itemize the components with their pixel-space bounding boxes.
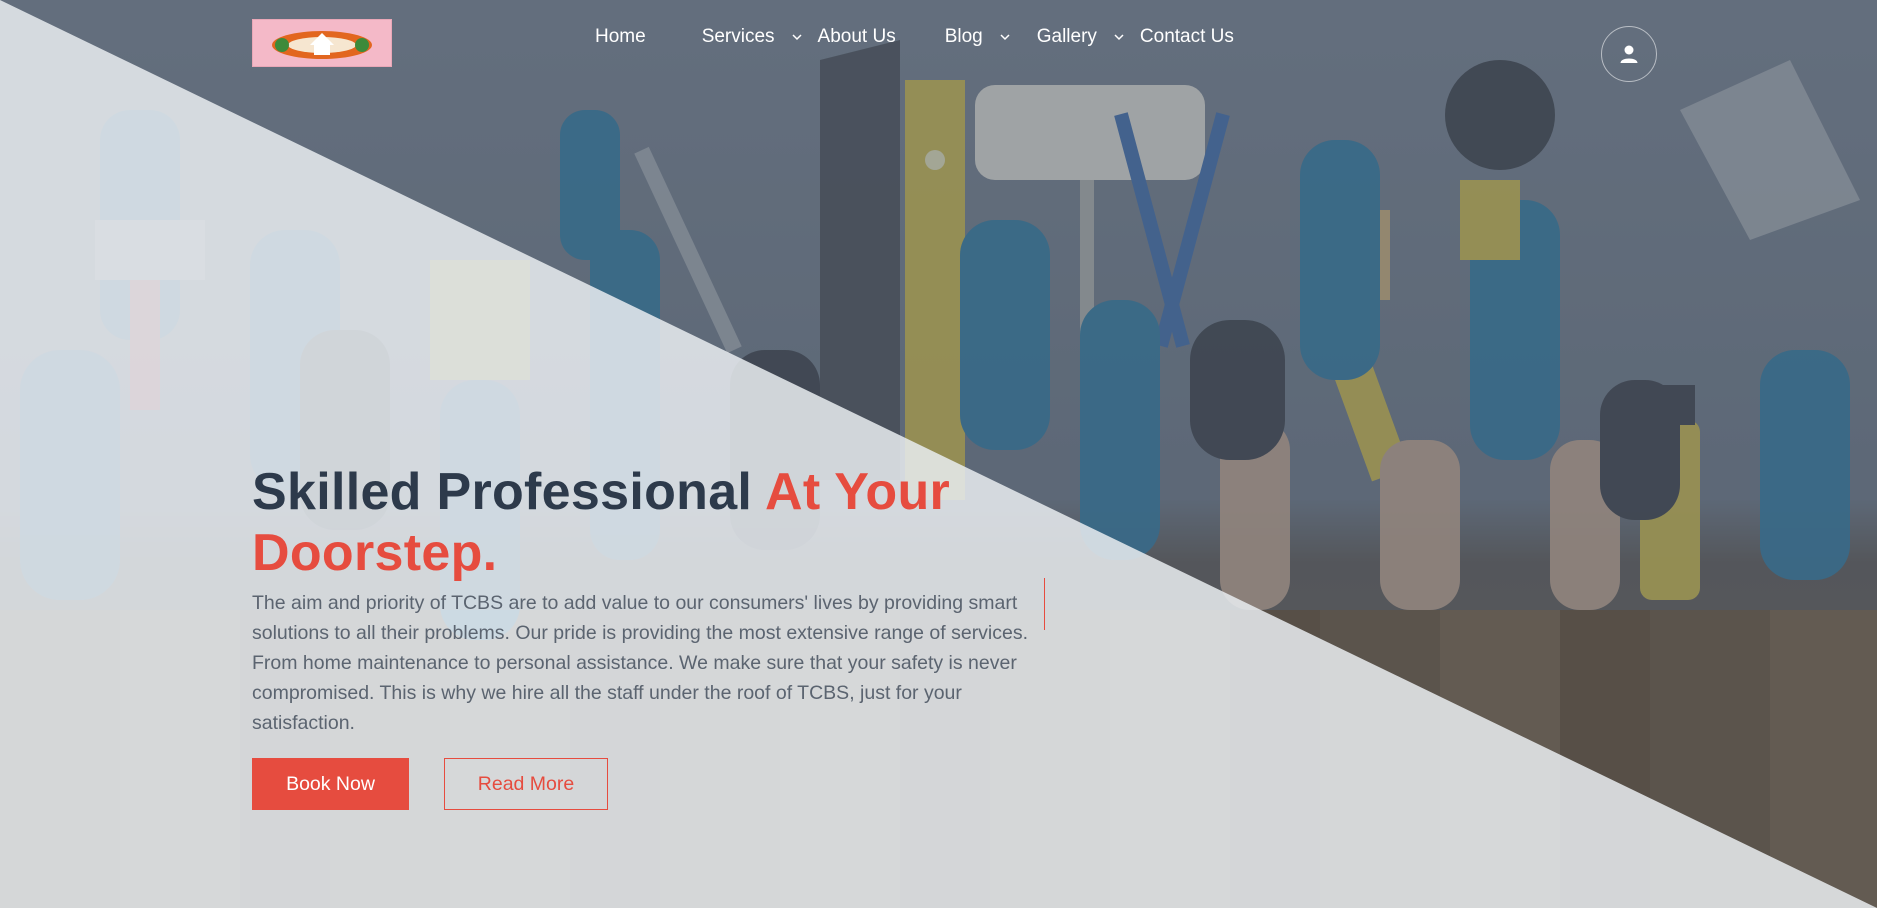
chevron-down-icon (1000, 34, 1010, 41)
logo-icon (272, 31, 372, 59)
user-icon (1620, 45, 1638, 63)
main-nav: Home Services About Us Blog Gallery Cont… (595, 26, 1234, 48)
chevron-down-icon (1114, 34, 1124, 41)
user-account-button[interactable] (1601, 26, 1657, 82)
hero-title: Skilled Professional At Your Doorstep. (252, 462, 1032, 584)
nav-blog[interactable]: Blog (945, 26, 1012, 48)
site-header: Home Services About Us Blog Gallery Cont… (0, 0, 1877, 86)
nav-about-us[interactable]: About Us (818, 26, 896, 48)
nav-home-label: Home (595, 26, 646, 47)
nav-contact-us[interactable]: Contact Us (1140, 26, 1234, 48)
hero-title-main: Skilled Professional (252, 463, 765, 521)
read-more-button[interactable]: Read More (444, 758, 608, 810)
chevron-down-icon (792, 34, 802, 41)
book-now-button[interactable]: Book Now (252, 758, 409, 810)
nav-gallery[interactable]: Gallery (1037, 26, 1126, 48)
hero-title-accent: At Your (765, 463, 951, 521)
nav-blog-label: Blog (944, 26, 983, 47)
hero-description: The aim and priority of TCBS are to add … (252, 592, 1029, 734)
nav-services[interactable]: Services (702, 26, 804, 48)
nav-home[interactable]: Home (595, 26, 646, 48)
nav-services-label: Services (701, 26, 775, 47)
nav-gallery-label: Gallery (1036, 26, 1097, 47)
nav-about-us-label: About Us (817, 26, 896, 47)
nav-contact-us-label: Contact Us (1139, 26, 1234, 47)
hero-title-accent-2: Doorstep. (252, 524, 498, 582)
text-caret (1044, 578, 1045, 630)
site-logo[interactable] (252, 19, 392, 67)
